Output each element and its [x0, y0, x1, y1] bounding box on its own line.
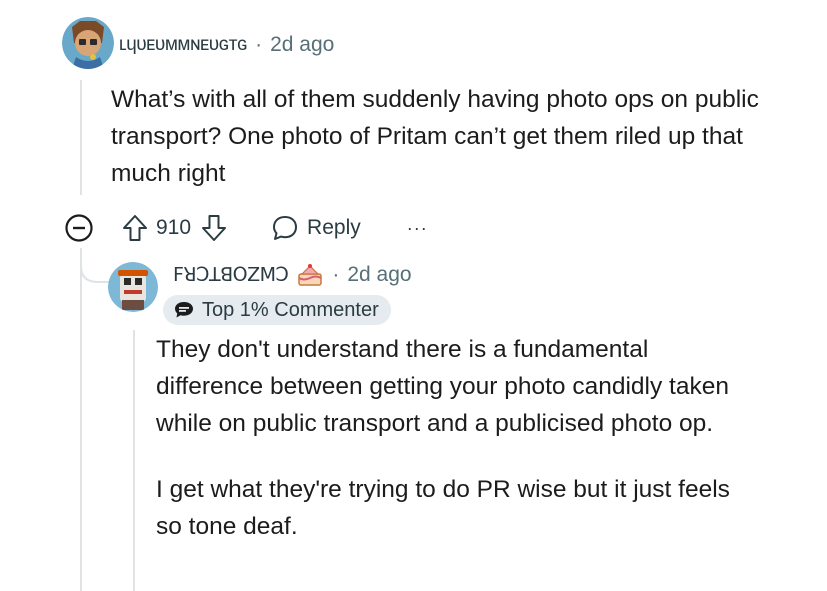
badge-label: Top 1% Commenter [202, 298, 379, 321]
meta-separator: · [255, 33, 263, 56]
reply-meta-separator: · [332, 263, 340, 286]
commenter-badge-icon [175, 302, 193, 318]
collapse-button[interactable] [64, 213, 94, 243]
reply-paragraph-1: They don't understand there is a fundame… [156, 336, 729, 437]
cake-icon [296, 263, 324, 287]
reply-icon [273, 216, 298, 240]
reply-meta: ꓝꓤꓛꓕꓭꓳꓜꓟꓛ · 2d ago [173, 263, 412, 287]
more-options-button[interactable]: ··· [407, 218, 428, 239]
comment-meta: ʟɥᴜᴇᴜᴍᴍɴᴇᴜɢᴛɢ · 2d ago [119, 33, 334, 57]
reply-label: Reply [307, 216, 361, 239]
reply-avatar[interactable] [108, 262, 158, 312]
comment-actions: 910 Reply ··· [64, 210, 428, 246]
collapse-icon [65, 214, 93, 242]
reply-paragraph-2: I get what they're trying to do PR wise … [156, 476, 730, 540]
timestamp[interactable]: 2d ago [270, 33, 334, 57]
reply-button[interactable]: Reply [271, 214, 361, 242]
comment-text: What’s with all of them suddenly having … [111, 86, 759, 187]
reply-username[interactable]: ꓝꓤꓛꓕꓭꓳꓜꓟꓛ [173, 264, 289, 287]
comment-body: What’s with all of them suddenly having … [111, 81, 791, 192]
thread-line-top[interactable] [80, 80, 82, 195]
thread-line-reply[interactable] [133, 330, 135, 591]
vote-count: 910 [156, 216, 192, 239]
upvote-button[interactable] [122, 214, 148, 242]
thread-connector [80, 248, 110, 283]
downvote-button[interactable] [201, 214, 227, 242]
downvote-icon [202, 215, 227, 241]
thread-line-main[interactable] [80, 248, 82, 591]
username[interactable]: ʟɥᴜᴇᴜᴍᴍɴᴇᴜɢᴛɢ [119, 34, 248, 56]
reply-body: They don't understand there is a fundame… [156, 331, 756, 545]
upvote-icon [123, 215, 147, 241]
more-icon: ··· [406, 217, 428, 238]
reply-timestamp[interactable]: 2d ago [347, 263, 411, 287]
avatar[interactable] [62, 17, 114, 69]
top-commenter-badge[interactable]: Top 1% Commenter [163, 295, 391, 325]
